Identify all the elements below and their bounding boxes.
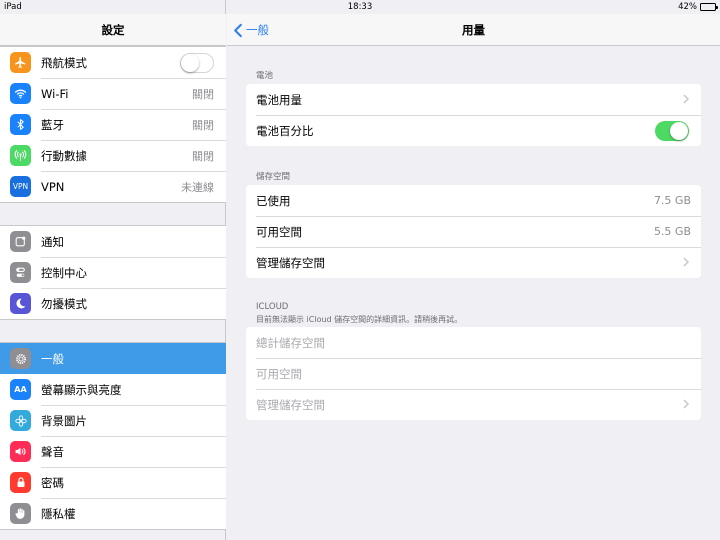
toggle-knob <box>181 53 199 72</box>
sidebar-item-label: Wi-Fi <box>41 86 69 101</box>
sidebar-item-label: 飛航模式 <box>41 55 87 70</box>
battery-percent-text: 42% <box>678 2 697 12</box>
sidebar-item-sounds[interactable]: 聲音 <box>0 436 226 467</box>
sidebar-item-label: 螢幕顯示與亮度 <box>41 382 122 397</box>
gear-icon <box>10 348 31 369</box>
vpn-icon: VPN <box>10 176 31 197</box>
sidebar-item-notifications[interactable]: 通知 <box>0 226 226 257</box>
toggle-knob <box>670 121 688 140</box>
storage-used-value: 7.5 GB <box>653 194 691 207</box>
settings-sidebar: 設定 飛航模式 Wi-Fi 關閉 藍牙 關閉 行動數據 關閉 VPN VPN 未… <box>0 0 226 540</box>
icloud-available-row: 可用空間 <box>246 358 701 389</box>
sidebar-item-vpn[interactable]: VPN VPN 未連線 <box>0 171 226 202</box>
sidebar-item-label: 通知 <box>41 234 64 249</box>
cellular-status: 關閉 <box>192 149 214 163</box>
battery-percentage-row: 電池百分比 <box>246 115 701 146</box>
bluetooth-status: 關閉 <box>192 118 214 132</box>
display-icon: AA <box>10 379 31 400</box>
chevron-right-icon <box>683 93 690 107</box>
sidebar-item-label: 密碼 <box>41 475 64 490</box>
sidebar-item-passcode[interactable]: 密碼 <box>0 467 226 498</box>
sidebar-group-system: 通知 控制中心 勿擾模式 <box>0 225 226 320</box>
sidebar-item-bluetooth[interactable]: 藍牙 關閉 <box>0 109 226 140</box>
airplane-icon <box>10 52 31 73</box>
row-label: 電池用量 <box>256 92 302 107</box>
battery-section-header: 電池 <box>256 71 274 81</box>
storage-available-value: 5.5 GB <box>653 225 691 238</box>
sidebar-item-label: 背景圖片 <box>41 413 87 428</box>
lock-icon <box>10 472 31 493</box>
sidebar-item-cellular[interactable]: 行動數據 關閉 <box>0 140 226 171</box>
storage-section: 已使用 7.5 GB 可用空間 5.5 GB 管理儲存空間 <box>246 185 701 278</box>
sidebar-item-label: 行動數據 <box>41 148 87 163</box>
row-label: 管理儲存空間 <box>256 255 325 270</box>
row-label: 已使用 <box>256 193 291 208</box>
usage-detail-panel: 一般 用量 電池 電池用量 電池百分比 儲存空間 已使用 7.5 GB 可用空間… <box>227 0 720 540</box>
vpn-status: 未連線 <box>181 180 214 194</box>
row-label: 管理儲存空間 <box>256 397 325 412</box>
sidebar-item-label: 一般 <box>41 351 64 366</box>
bluetooth-icon <box>10 114 31 135</box>
wifi-icon <box>10 83 31 104</box>
storage-available-row: 可用空間 5.5 GB <box>246 216 701 247</box>
page-title: 用量 <box>462 23 485 37</box>
storage-section-header: 儲存空間 <box>256 172 291 182</box>
sidebar-item-label: 勿擾模式 <box>41 296 87 311</box>
airplane-mode-toggle[interactable] <box>180 52 214 73</box>
battery-usage-row[interactable]: 電池用量 <box>246 84 701 115</box>
moon-icon <box>10 293 31 314</box>
row-label: 可用空間 <box>256 224 302 239</box>
sidebar-item-general[interactable]: 一般 <box>0 343 226 374</box>
hand-icon <box>10 503 31 524</box>
detail-nav-bar: 一般 用量 <box>227 14 720 46</box>
sidebar-item-do-not-disturb[interactable]: 勿擾模式 <box>0 288 226 319</box>
cellular-icon <box>10 145 31 166</box>
sidebar-item-label: 控制中心 <box>41 265 87 280</box>
speaker-icon <box>10 441 31 462</box>
sidebar-item-wifi[interactable]: Wi-Fi 關閉 <box>0 78 226 109</box>
sidebar-item-control-center[interactable]: 控制中心 <box>0 257 226 288</box>
row-label: 總計儲存空間 <box>256 335 325 350</box>
notifications-icon <box>10 231 31 252</box>
sidebar-item-label: VPN <box>41 179 65 194</box>
icloud-manage-storage-row[interactable]: 管理儲存空間 <box>246 389 701 420</box>
sidebar-item-display-brightness[interactable]: AA 螢幕顯示與亮度 <box>0 374 226 405</box>
chevron-right-icon <box>683 398 690 412</box>
control-center-icon <box>10 262 31 283</box>
chevron-right-icon <box>683 256 690 270</box>
status-bar: iPad 18:33 42% <box>0 0 720 14</box>
icloud-section-header: ICLOUD <box>256 302 289 312</box>
battery-percentage-toggle[interactable] <box>655 120 689 141</box>
row-label: 電池百分比 <box>256 123 314 138</box>
clock: 18:33 <box>347 2 373 12</box>
wallpaper-icon <box>10 410 31 431</box>
sidebar-title: 設定 <box>0 14 226 46</box>
sidebar-item-wallpaper[interactable]: 背景圖片 <box>0 405 226 436</box>
wifi-status: 關閉 <box>192 87 214 101</box>
battery-icon <box>700 3 718 11</box>
icloud-section-note: 目前無法顯示 iCloud 儲存空間的詳細資訊。請稍後再試。 <box>256 315 463 324</box>
sidebar-item-privacy[interactable]: 隱私權 <box>0 498 226 529</box>
sidebar-item-label: 藍牙 <box>41 117 64 132</box>
sidebar-item-label: 隱私權 <box>41 506 76 521</box>
sidebar-item-label: 聲音 <box>41 444 64 459</box>
icloud-section: 總計儲存空間 可用空間 管理儲存空間 <box>246 327 701 420</box>
battery-section: 電池用量 電池百分比 <box>246 84 701 146</box>
battery-indicator: 42% <box>678 2 718 12</box>
sidebar-item-airplane-mode[interactable]: 飛航模式 <box>0 47 226 78</box>
icloud-total-storage-row: 總計儲存空間 <box>246 327 701 358</box>
sidebar-group-general: 一般 AA 螢幕顯示與亮度 背景圖片 聲音 密碼 隱私權 <box>0 342 226 530</box>
row-label: 可用空間 <box>256 366 302 381</box>
manage-storage-row[interactable]: 管理儲存空間 <box>246 247 701 278</box>
sidebar-group-connectivity: 飛航模式 Wi-Fi 關閉 藍牙 關閉 行動數據 關閉 VPN VPN 未連線 <box>0 46 226 203</box>
storage-used-row: 已使用 7.5 GB <box>246 185 701 216</box>
